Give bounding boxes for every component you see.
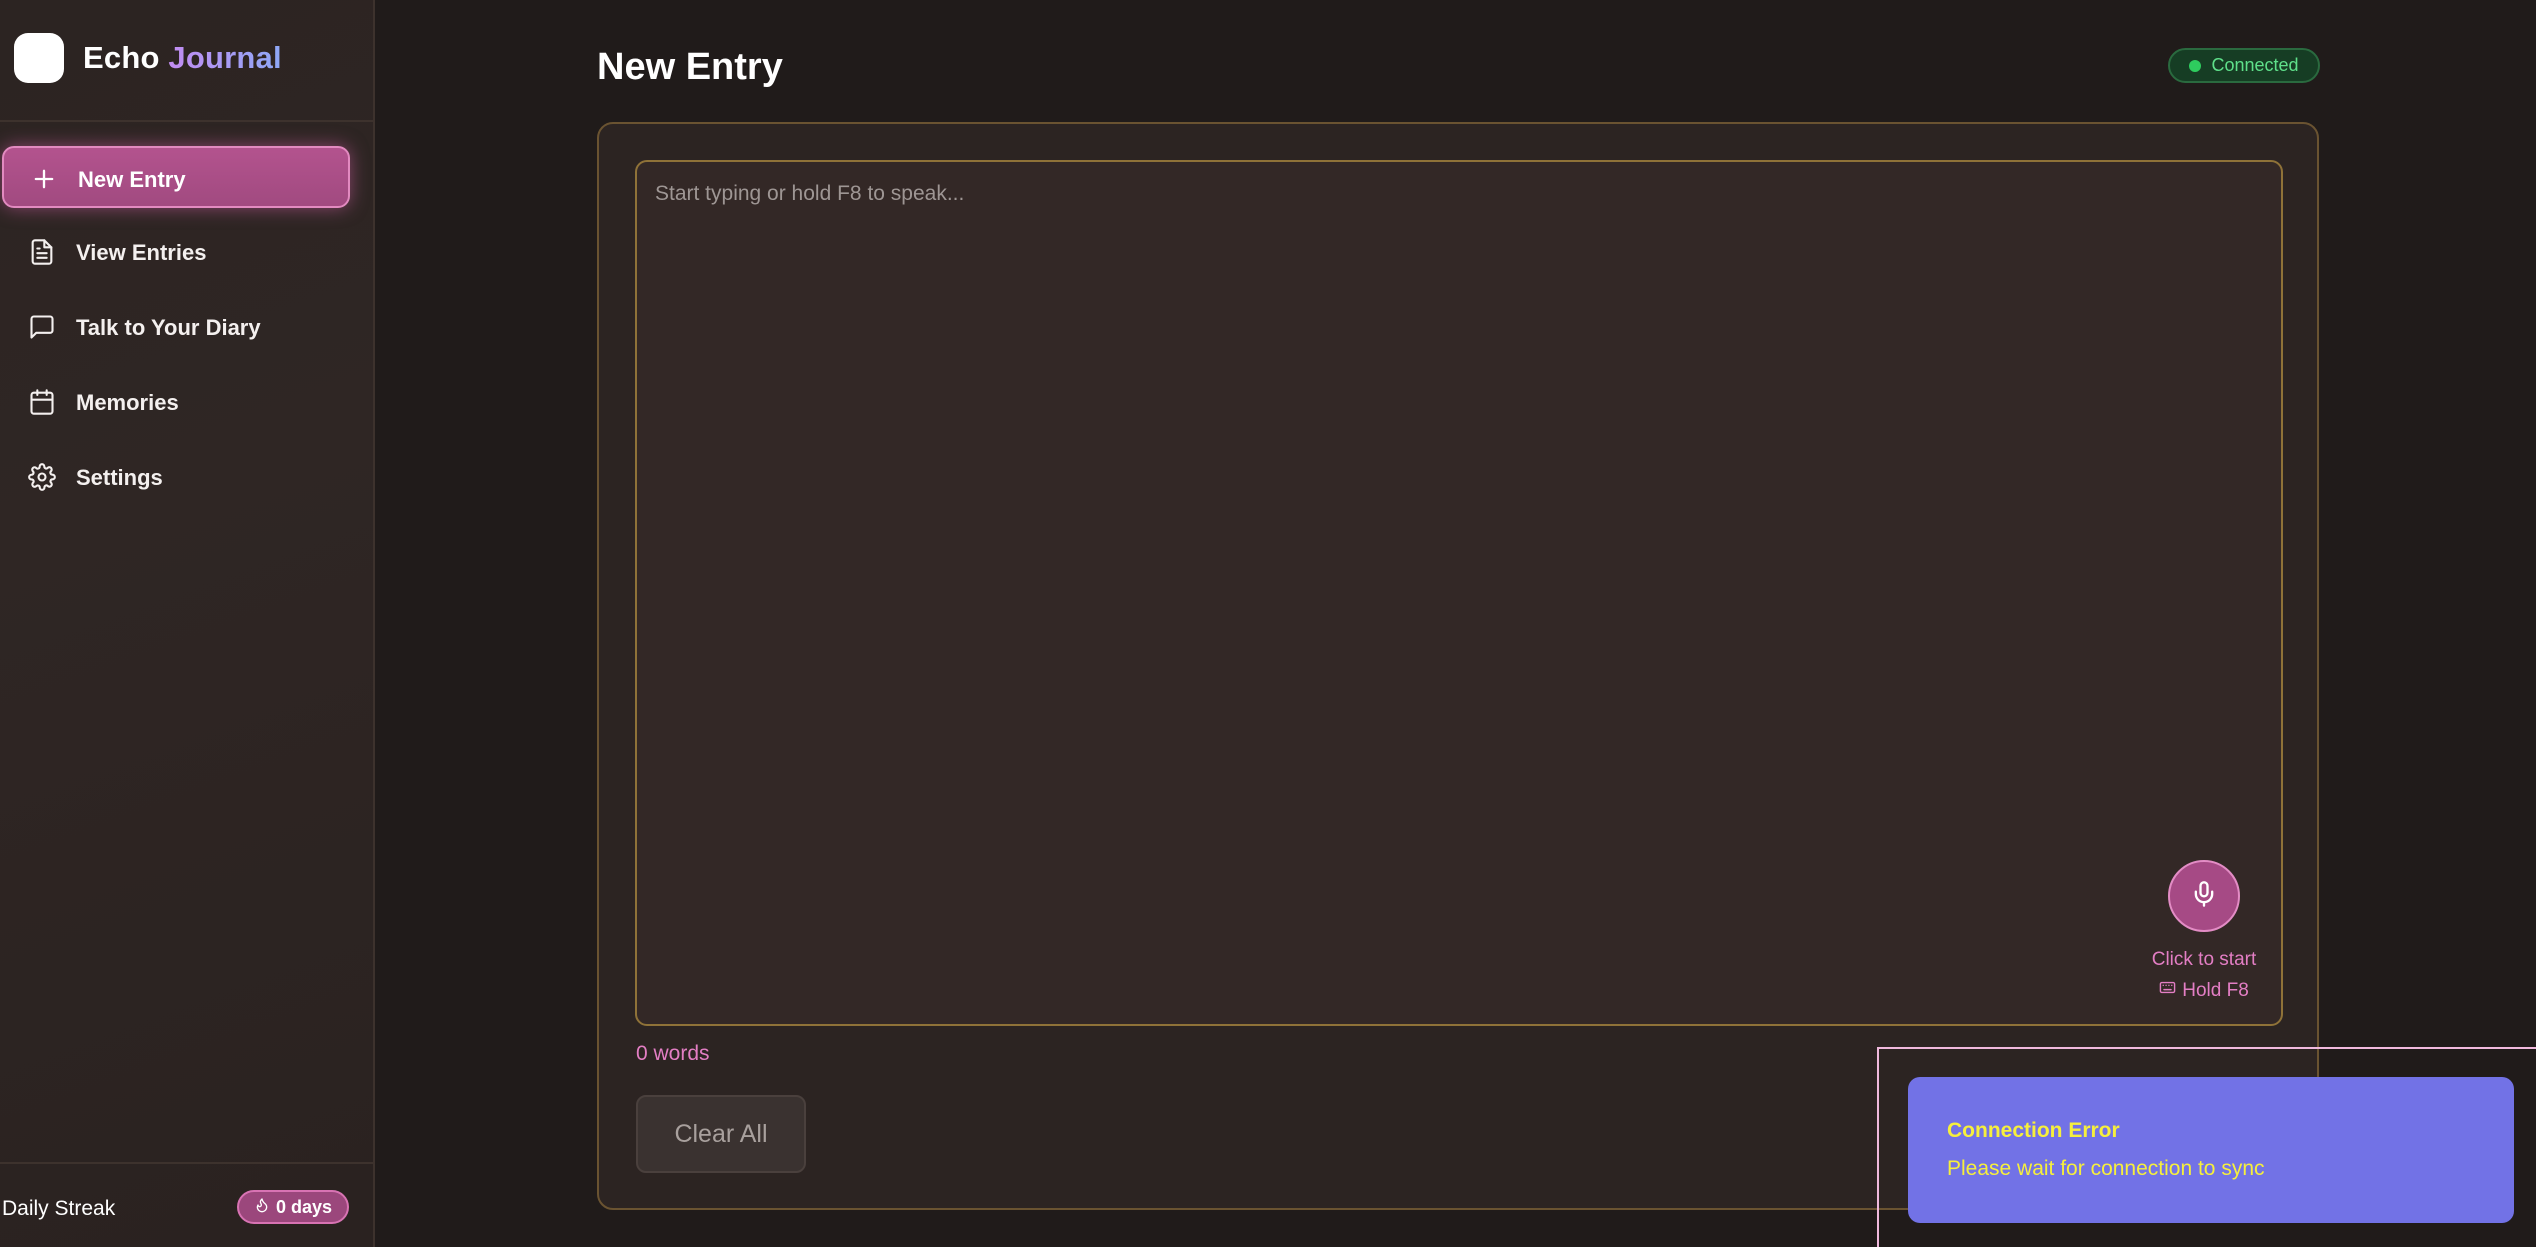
connection-status-badge: Connected xyxy=(2168,48,2320,83)
app-title-part1: Echo xyxy=(83,40,160,75)
keyboard-icon xyxy=(2159,975,2176,1006)
brand: Echo Journal xyxy=(0,0,373,122)
toast-message: Please wait for connection to sync xyxy=(1947,1157,2265,1180)
word-count: 0 words xyxy=(636,1042,710,1065)
gear-icon xyxy=(28,463,56,491)
page-title: New Entry xyxy=(597,46,783,88)
sidebar-item-label: Settings xyxy=(76,465,163,490)
entry-editor: Click to start Hold F8 xyxy=(635,160,2283,1026)
microphone-icon xyxy=(2190,880,2218,913)
chat-bubble-icon xyxy=(28,313,56,341)
status-text: Connected xyxy=(2211,55,2299,75)
sidebar-item-settings[interactable]: Settings xyxy=(2,446,350,508)
streak-badge: 0 days xyxy=(237,1190,349,1224)
connection-error-toast[interactable]: Connection Error Please wait for connect… xyxy=(1908,1077,2514,1223)
mic-shortcut-text: Hold F8 xyxy=(2182,980,2249,1001)
calendar-icon xyxy=(28,388,56,416)
streak-value: 0 days xyxy=(275,1196,333,1217)
plus-icon xyxy=(30,165,58,193)
sidebar-item-label: Talk to Your Diary xyxy=(76,315,261,340)
sidebar-item-view-entries[interactable]: View Entries xyxy=(2,221,350,283)
sidebar-item-label: Memories xyxy=(76,390,179,415)
sidebar-item-label: View Entries xyxy=(76,240,207,265)
streak-label: Daily Streak xyxy=(2,1197,116,1220)
entry-textarea[interactable] xyxy=(637,162,2281,1024)
toast-title: Connection Error xyxy=(1947,1119,2120,1142)
microphone-button[interactable] xyxy=(2168,860,2240,932)
mic-hint: Click to start Hold F8 xyxy=(2117,944,2291,1006)
status-dot-icon xyxy=(2189,59,2202,72)
mic-shortcut: Hold F8 xyxy=(2117,975,2291,1006)
sidebar-item-talk-to-diary[interactable]: Talk to Your Diary xyxy=(2,296,350,358)
sidebar-item-new-entry[interactable]: New Entry xyxy=(2,146,350,208)
mic-hint-text: Click to start xyxy=(2151,949,2257,970)
sidebar-item-label: New Entry xyxy=(78,167,186,192)
clear-all-button[interactable]: Clear All xyxy=(636,1095,806,1173)
sidebar: Echo Journal New Entry View Entries Talk… xyxy=(0,0,375,1247)
app-title: Echo Journal xyxy=(83,40,282,76)
document-icon xyxy=(28,238,56,266)
app-title-part2: Journal xyxy=(168,40,282,75)
app-logo xyxy=(14,33,64,83)
flame-icon xyxy=(254,1197,270,1218)
sidebar-item-memories[interactable]: Memories xyxy=(2,371,350,433)
daily-streak: Daily Streak 0 days xyxy=(0,1162,373,1247)
